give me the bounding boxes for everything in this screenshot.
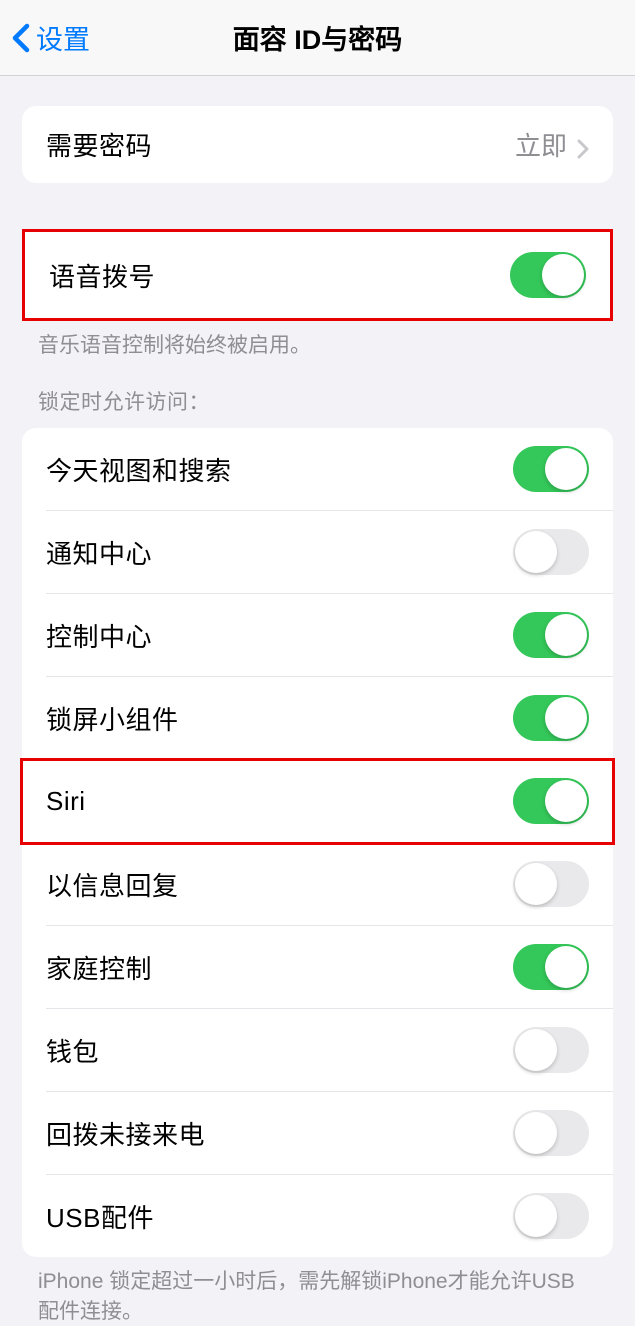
lock-access-toggle[interactable] bbox=[513, 944, 589, 990]
lock-access-row: 家庭控制 bbox=[46, 926, 613, 1009]
lock-access-footer: iPhone 锁定超过一小时后，需先解锁iPhone才能允许USB 配件连接。 bbox=[0, 1257, 635, 1326]
lock-access-label: 钱包 bbox=[46, 1032, 99, 1069]
voice-dial-row: 语音拨号 bbox=[25, 232, 610, 318]
require-passcode-value: 立即 bbox=[515, 126, 589, 163]
lock-access-label: 今天视图和搜索 bbox=[46, 451, 232, 488]
lock-access-toggle[interactable] bbox=[513, 1193, 589, 1239]
back-label: 设置 bbox=[36, 18, 90, 57]
lock-access-label: Siri bbox=[46, 786, 86, 817]
voice-dial-toggle[interactable] bbox=[510, 252, 586, 298]
chevron-left-icon bbox=[12, 23, 30, 53]
lock-access-toggle[interactable] bbox=[513, 1027, 589, 1073]
lock-access-label: 通知中心 bbox=[46, 534, 152, 571]
chevron-right-icon bbox=[577, 135, 589, 155]
back-button[interactable]: 设置 bbox=[12, 18, 90, 57]
lock-access-label: USB配件 bbox=[46, 1198, 154, 1235]
navigation-bar: 设置 面容 ID与密码 bbox=[0, 0, 635, 76]
lock-access-label: 家庭控制 bbox=[46, 949, 152, 986]
lock-access-row: 控制中心 bbox=[46, 594, 613, 677]
lock-access-row: 以信息回复 bbox=[46, 843, 613, 926]
lock-access-header: 锁定时允许访问： bbox=[0, 360, 635, 428]
lock-access-label: 回拨未接来电 bbox=[46, 1115, 205, 1152]
lock-access-toggle[interactable] bbox=[513, 1110, 589, 1156]
lock-access-row: 回拨未接来电 bbox=[46, 1092, 613, 1175]
require-passcode-row[interactable]: 需要密码 立即 bbox=[22, 106, 613, 183]
lock-access-row: 锁屏小组件 bbox=[46, 677, 613, 760]
passcode-group: 需要密码 立即 bbox=[22, 106, 613, 183]
voice-dial-footer: 音乐语音控制将始终被启用。 bbox=[0, 321, 635, 360]
voice-dial-label: 语音拨号 bbox=[49, 257, 155, 294]
lock-access-toggle[interactable] bbox=[513, 861, 589, 907]
page-title: 面容 ID与密码 bbox=[233, 18, 403, 57]
lock-access-row: USB配件 bbox=[46, 1175, 613, 1257]
lock-access-group: 今天视图和搜索通知中心控制中心锁屏小组件 Siri 以信息回复家庭控制钱包回拨未接来… bbox=[22, 428, 613, 1257]
lock-access-row: 今天视图和搜索 bbox=[46, 428, 613, 511]
lock-access-label: 控制中心 bbox=[46, 617, 152, 654]
lock-access-toggle[interactable] bbox=[513, 695, 589, 741]
lock-access-label: 锁屏小组件 bbox=[46, 700, 179, 737]
lock-access-label: 以信息回复 bbox=[46, 866, 179, 903]
lock-access-toggle[interactable] bbox=[513, 778, 589, 824]
lock-access-row: 钱包 bbox=[46, 1009, 613, 1092]
lock-access-toggle[interactable] bbox=[513, 529, 589, 575]
lock-access-toggle[interactable] bbox=[513, 446, 589, 492]
require-passcode-label: 需要密码 bbox=[46, 126, 152, 163]
lock-access-toggle[interactable] bbox=[513, 612, 589, 658]
voice-dial-group-highlight: 语音拨号 bbox=[22, 229, 613, 321]
lock-access-row: 通知中心 bbox=[46, 511, 613, 594]
lock-access-row: Siri bbox=[22, 760, 613, 843]
